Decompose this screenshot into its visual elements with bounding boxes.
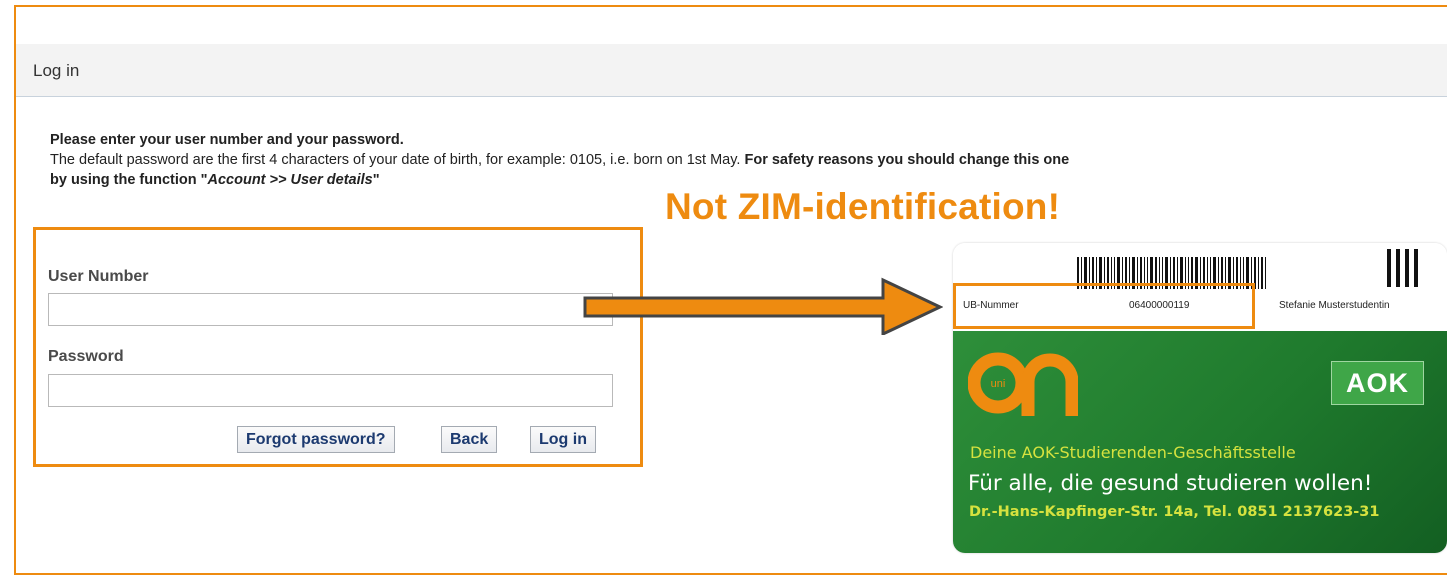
uni-logo-small-text: uni xyxy=(991,378,1006,390)
barcode-small-icon xyxy=(1387,249,1418,287)
aok-logo: AOK xyxy=(1331,361,1424,405)
page-title: Log in xyxy=(33,61,80,80)
password-input[interactable] xyxy=(48,374,613,407)
forgot-password-button[interactable]: Forgot password? xyxy=(237,426,395,453)
login-form-highlight: User Number Password Forgot password? Ba… xyxy=(33,227,643,467)
login-button[interactable]: Log in xyxy=(530,426,596,453)
instruction-heading: Please enter your user number and your p… xyxy=(50,132,404,148)
hint-suffix: " xyxy=(372,172,380,188)
password-label: Password xyxy=(48,348,124,365)
hint-prefix: by using the function " xyxy=(50,172,208,188)
arrow-icon xyxy=(583,277,943,335)
not-zim-identification-note: Not ZIM-identification! xyxy=(665,186,1061,227)
uni-on-logo: uni xyxy=(968,352,1078,416)
card-top-section: UB-Nummer 06400000119 Stefanie Musterstu… xyxy=(953,243,1447,331)
back-button[interactable]: Back xyxy=(441,426,498,453)
user-number-label: User Number xyxy=(48,268,149,285)
login-instructions: Please enter your user number and your p… xyxy=(50,130,1069,190)
card-slogan: Für alle, die gesund studieren wollen! xyxy=(968,471,1373,496)
user-number-input[interactable] xyxy=(48,293,613,326)
account-user-details-link: Account >> User details xyxy=(207,172,373,188)
card-holder-name: Stefanie Musterstudentin xyxy=(1279,300,1390,311)
card-bottom-section: uni AOK Deine AOK-Studierenden-Geschäfts… xyxy=(953,331,1447,553)
card-address: Dr.-Hans-Kapfinger-Str. 14a, Tel. 0851 2… xyxy=(969,504,1380,520)
page-header: Log in xyxy=(16,44,1447,97)
instruction-default-password: The default password are the first 4 cha… xyxy=(50,152,741,168)
card-office-text: Deine AOK-Studierenden-Geschäftsstelle xyxy=(970,443,1296,462)
ub-number-highlight xyxy=(953,283,1255,329)
instruction-text: The default password are the first 4 cha… xyxy=(50,150,1069,170)
instruction-safety-note: For safety reasons you should change thi… xyxy=(744,152,1070,168)
library-card-image: UB-Nummer 06400000119 Stefanie Musterstu… xyxy=(953,243,1447,553)
